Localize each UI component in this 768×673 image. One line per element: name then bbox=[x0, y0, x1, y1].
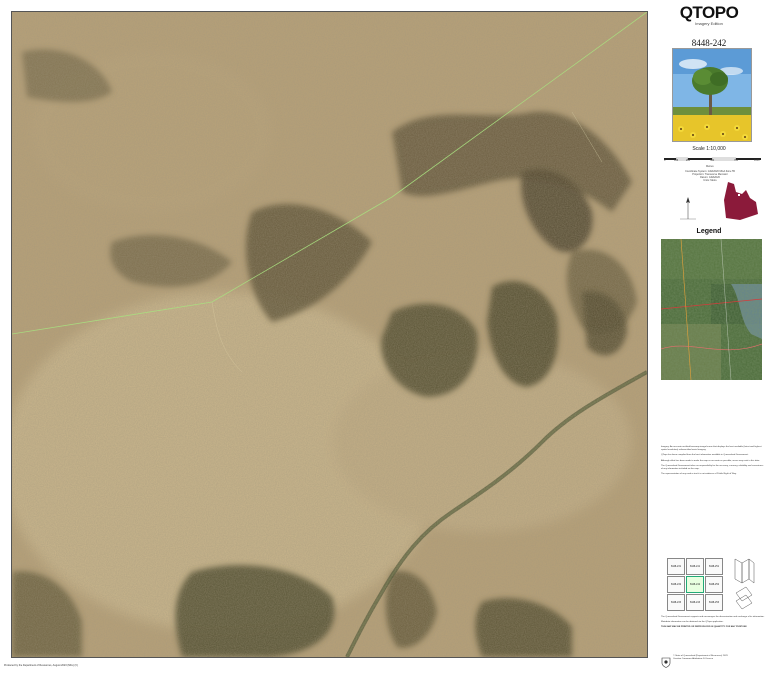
index-cell[interactable]: 8448-251 bbox=[705, 558, 723, 575]
index-cell[interactable]: 8448-231 bbox=[667, 558, 685, 575]
index-cell[interactable]: 8448-253 bbox=[705, 594, 723, 611]
scale-tick: 250 bbox=[686, 159, 691, 162]
sheet-index-grid: 8448-231 8448-241 8448-251 8448-232 8448… bbox=[667, 558, 725, 612]
footer-notes: The Queensland Government supports and e… bbox=[661, 616, 765, 628]
index-cell[interactable]: 8448-252 bbox=[705, 576, 723, 593]
scale-tick: 0 bbox=[664, 159, 666, 162]
scale-tick: 125 bbox=[674, 159, 679, 162]
cover-photo bbox=[672, 48, 752, 142]
legend-title: Legend bbox=[696, 228, 722, 235]
map-imagery[interactable] bbox=[11, 11, 648, 658]
scale-tick: 750 bbox=[734, 159, 739, 162]
folding-diagram-icon bbox=[732, 557, 756, 613]
index-cell[interactable]: 8448-232 bbox=[667, 576, 685, 593]
sheet-number: 8448-242 bbox=[691, 38, 727, 48]
queensland-locator-icon bbox=[720, 180, 760, 222]
scale-tick: 500 bbox=[710, 159, 715, 162]
index-cell-current[interactable]: 8448-242 bbox=[686, 576, 704, 593]
scale-unit: Metres bbox=[706, 165, 714, 168]
queensland-crest-icon bbox=[661, 655, 671, 668]
north-arrow-icon bbox=[676, 195, 700, 221]
index-cell[interactable]: 8448-243 bbox=[686, 594, 704, 611]
scale-bar: 0 125 250 500 750 1000 bbox=[664, 154, 762, 164]
index-cell[interactable]: 8448-233 bbox=[667, 594, 685, 611]
edition-label: Imagery Edition bbox=[695, 21, 723, 26]
production-credit: Produced by the Department of Resources,… bbox=[4, 664, 78, 667]
scale-text: Scale 1:10,000 bbox=[692, 146, 726, 152]
map-info-panel: QTOPO Imagery Edition 8448-242 Scale 1:1… bbox=[650, 0, 768, 671]
scale-tick: 1000 bbox=[754, 159, 760, 162]
index-cell[interactable]: 8448-241 bbox=[686, 558, 704, 575]
terrain-imagery bbox=[12, 12, 647, 657]
map-notes: Imagery: An accurate rectified basemap i… bbox=[661, 446, 764, 476]
legend-imagery bbox=[661, 239, 762, 380]
copyright-text: © State of Queensland (Department of Res… bbox=[673, 655, 728, 660]
product-title: QTOPO bbox=[679, 3, 739, 22]
